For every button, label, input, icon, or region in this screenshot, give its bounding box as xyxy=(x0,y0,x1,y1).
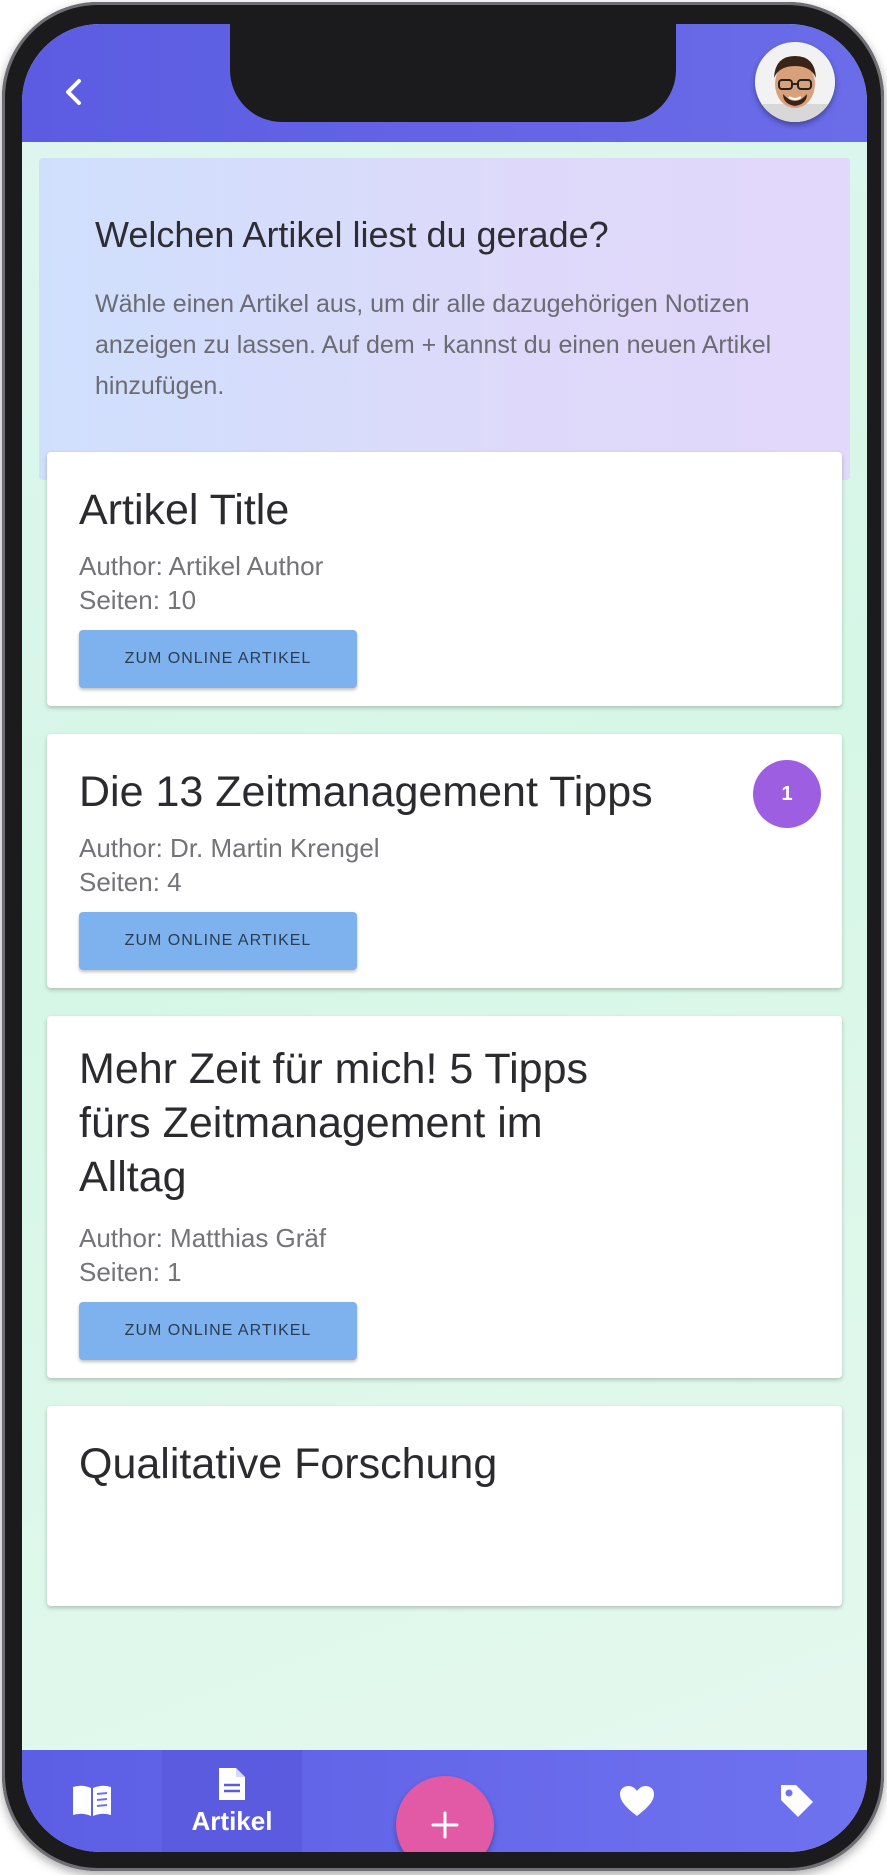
tag-icon xyxy=(781,1785,813,1817)
article-card[interactable]: Die 13 Zeitmanagement Tipps 1 Author: Dr… xyxy=(47,734,842,988)
notes-count-badge: 1 xyxy=(753,760,821,828)
info-text: Wähle einen Artikel aus, um dir alle daz… xyxy=(95,290,772,400)
nav-item-notebook[interactable] xyxy=(22,1750,162,1852)
article-title: Artikel Title xyxy=(79,486,290,534)
avatar[interactable] xyxy=(755,42,835,122)
article-title: Die 13 Zeitmanagement Tipps xyxy=(79,768,653,816)
article-title: Qualitative Forschung xyxy=(79,1440,498,1488)
document-icon xyxy=(219,1767,245,1800)
article-pages: Seiten: 1 xyxy=(79,1257,182,1287)
article-pages: Seiten: 10 xyxy=(79,585,197,615)
app-screen: Welchen Artikel liest du gerade? Wähle e… xyxy=(22,24,867,1852)
online-article-button[interactable]: ZUM ONLINE ARTIKEL xyxy=(79,1302,357,1360)
article-card[interactable]: Mehr Zeit für mich! 5 Tipps fürs Zeitman… xyxy=(47,1016,842,1378)
article-title: Mehr Zeit für mich! 5 Tipps fürs Zeitman… xyxy=(79,1045,588,1201)
nav-item-favorites[interactable] xyxy=(567,1750,707,1852)
nav-item-tags[interactable] xyxy=(727,1750,867,1852)
device-notch xyxy=(230,24,676,122)
article-card[interactable]: Artikel Title Author: Artikel Author Sei… xyxy=(47,452,842,706)
info-banner: Welchen Artikel liest du gerade? Wähle e… xyxy=(39,158,850,480)
phone-frame: Welchen Artikel liest du gerade? Wähle e… xyxy=(2,2,884,1871)
online-article-button[interactable]: ZUM ONLINE ARTIKEL xyxy=(79,630,357,688)
nav-item-artikel[interactable]: Artikel xyxy=(162,1750,302,1852)
article-pages: Seiten: 4 xyxy=(79,867,182,897)
heart-icon xyxy=(620,1786,654,1816)
article-list[interactable]: Welchen Artikel liest du gerade? Wähle e… xyxy=(22,142,867,1750)
article-card[interactable]: Qualitative Forschung xyxy=(47,1406,842,1606)
back-button[interactable] xyxy=(50,68,98,116)
plus-icon xyxy=(431,1811,459,1839)
book-icon xyxy=(73,1785,111,1816)
online-article-button[interactable]: ZUM ONLINE ARTIKEL xyxy=(79,912,357,970)
chevron-left-icon xyxy=(66,79,81,105)
nav-label-artikel: Artikel xyxy=(191,1805,273,1836)
user-avatar-icon xyxy=(755,42,835,122)
info-title: Welchen Artikel liest du gerade? xyxy=(95,214,609,255)
